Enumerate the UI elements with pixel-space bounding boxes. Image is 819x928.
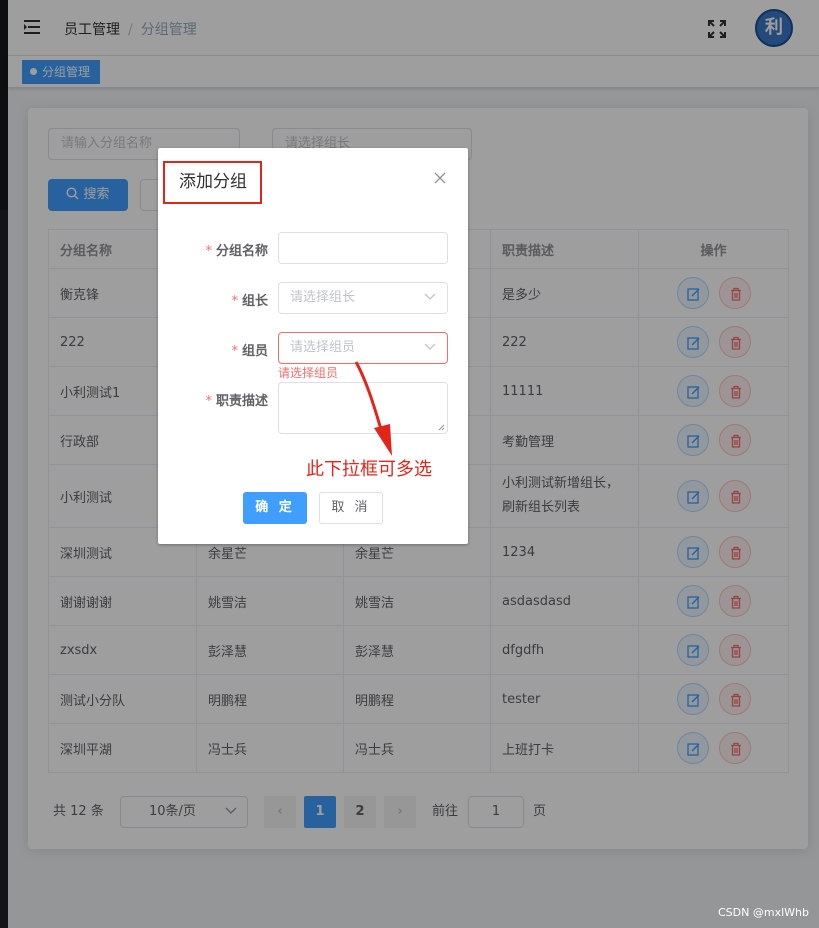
annotation-text: 此下拉框可多选	[306, 459, 432, 480]
watermark: CSDN @mxlWhb	[718, 906, 809, 919]
